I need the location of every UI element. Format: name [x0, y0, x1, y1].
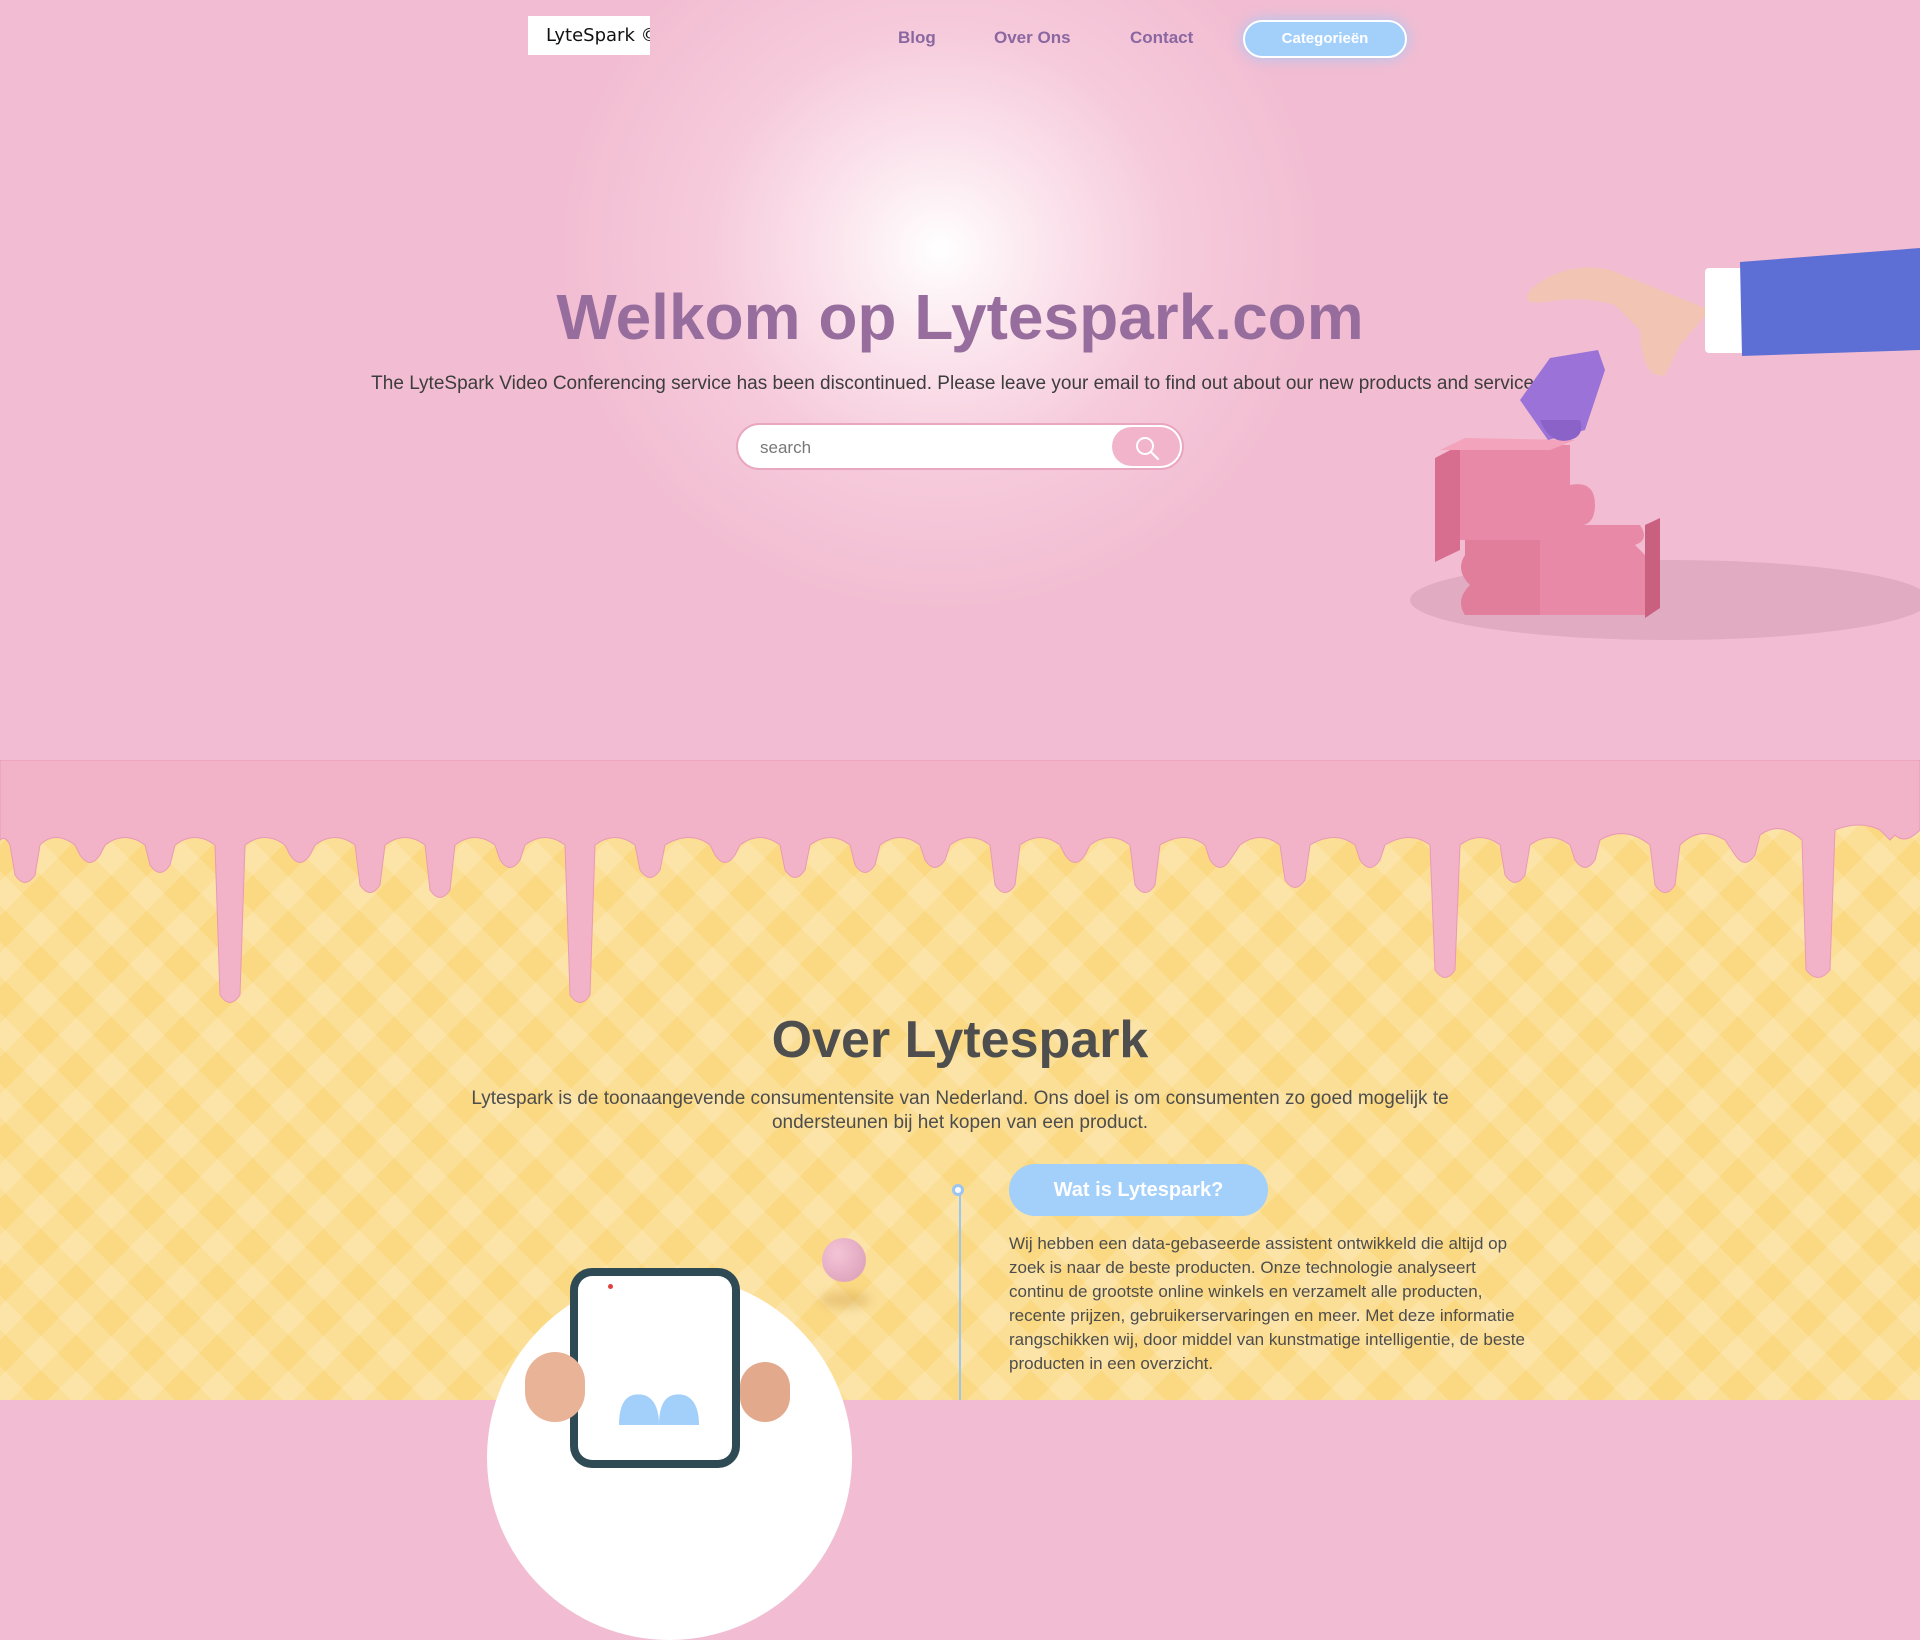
- lytespark-logo-icon: [619, 1394, 699, 1425]
- ball-shadow: [820, 1292, 870, 1308]
- phone-screen: [578, 1276, 732, 1460]
- nav-link-blog[interactable]: Blog: [898, 28, 936, 48]
- hand-finger-left: [525, 1352, 585, 1422]
- puzzle-icon: [1435, 438, 1660, 618]
- search-box: [736, 423, 1184, 470]
- search-icon: [1136, 437, 1160, 461]
- timeline-line: [959, 1190, 961, 1400]
- categories-button[interactable]: Categorieën: [1243, 20, 1407, 58]
- nav-link-over-ons[interactable]: Over Ons: [994, 28, 1071, 48]
- site-logo[interactable]: LyteSpark © (: [528, 16, 650, 55]
- about-title: Over Lytespark: [771, 1011, 1149, 1069]
- search-button[interactable]: [1112, 427, 1180, 466]
- hand-icon: [1520, 248, 1920, 441]
- search-input[interactable]: [758, 433, 1092, 462]
- phone-camera: [608, 1284, 613, 1289]
- hero-section: LyteSpark © ( Blog Over Ons Contact Cate…: [0, 0, 1920, 790]
- hand-finger-right: [740, 1362, 790, 1422]
- what-is-lytespark-pill: Wat is Lytespark?: [1009, 1164, 1268, 1216]
- ball-decoration: [822, 1238, 866, 1282]
- what-is-lytespark-text: Wij hebben een data-gebaseerde assistent…: [1009, 1234, 1525, 1373]
- timeline-dot: [952, 1184, 964, 1196]
- nav-link-contact[interactable]: Contact: [1130, 28, 1193, 48]
- puzzle-hand-illustration: [1410, 248, 1920, 640]
- phone-illustration: [570, 1268, 740, 1468]
- drip-decoration: [0, 760, 1920, 1003]
- about-intro: Lytespark is de toonaangevende consument…: [471, 1088, 1449, 1133]
